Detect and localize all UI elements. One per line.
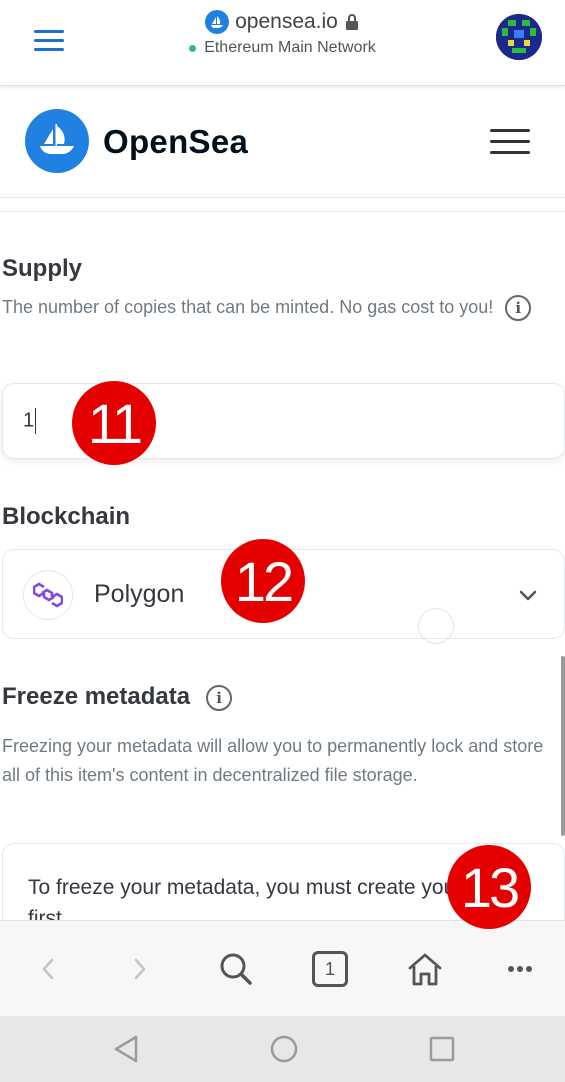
more-options-icon[interactable] [498, 921, 542, 1017]
browser-address-bar: opensea.io Ethereum Main Network [0, 0, 565, 86]
supply-value: 1 [23, 409, 35, 432]
home-icon[interactable] [403, 921, 447, 1017]
step-marker-11: 11 [72, 381, 156, 465]
network-label: Ethereum Main Network [204, 39, 376, 56]
site-menu-icon[interactable] [490, 129, 530, 155]
opensea-header: OpenSea [0, 86, 565, 198]
url-text: opensea.io [235, 10, 338, 33]
tabs-button[interactable]: 1 [308, 921, 352, 1017]
tab-count: 1 [312, 951, 348, 987]
freeze-metadata-title: Freeze metadata i [2, 683, 233, 711]
supply-info-icon[interactable]: i [505, 295, 532, 322]
chevron-down-icon [519, 590, 537, 601]
browser-toolbar: 1 [0, 920, 565, 1016]
opensea-logo-icon[interactable] [25, 109, 89, 173]
scrollbar[interactable] [561, 656, 565, 836]
search-icon[interactable] [214, 921, 258, 1017]
nav-recents-icon[interactable] [422, 1016, 462, 1082]
nav-back-icon[interactable] [106, 1016, 146, 1082]
freeze-info-icon[interactable]: i [206, 684, 233, 711]
opensea-favicon-icon [205, 10, 230, 34]
step-marker-12: 12 [221, 539, 305, 623]
freeze-description: Freezing your metadata will allow you to… [2, 736, 544, 785]
touch-ripple [418, 608, 454, 644]
back-icon[interactable] [28, 921, 68, 1017]
polygon-icon [23, 570, 73, 620]
network-status-dot [189, 44, 197, 52]
lock-icon [345, 14, 358, 30]
nav-home-icon[interactable] [264, 1016, 304, 1082]
text-cursor [35, 408, 37, 434]
supply-title: Supply [2, 255, 83, 282]
forward-icon[interactable] [120, 921, 160, 1017]
system-navigation-bar [0, 1016, 565, 1082]
supply-description: The number of copies that can be minted.… [2, 293, 557, 322]
step-marker-13: 13 [447, 845, 531, 929]
account-avatar[interactable] [496, 14, 542, 60]
url-display[interactable]: opensea.io Ethereum Main Network [0, 10, 565, 57]
brand-name[interactable]: OpenSea [103, 123, 248, 161]
blockchain-selected-value: Polygon [94, 580, 185, 608]
section-divider [0, 211, 565, 212]
blockchain-title: Blockchain [2, 503, 131, 530]
